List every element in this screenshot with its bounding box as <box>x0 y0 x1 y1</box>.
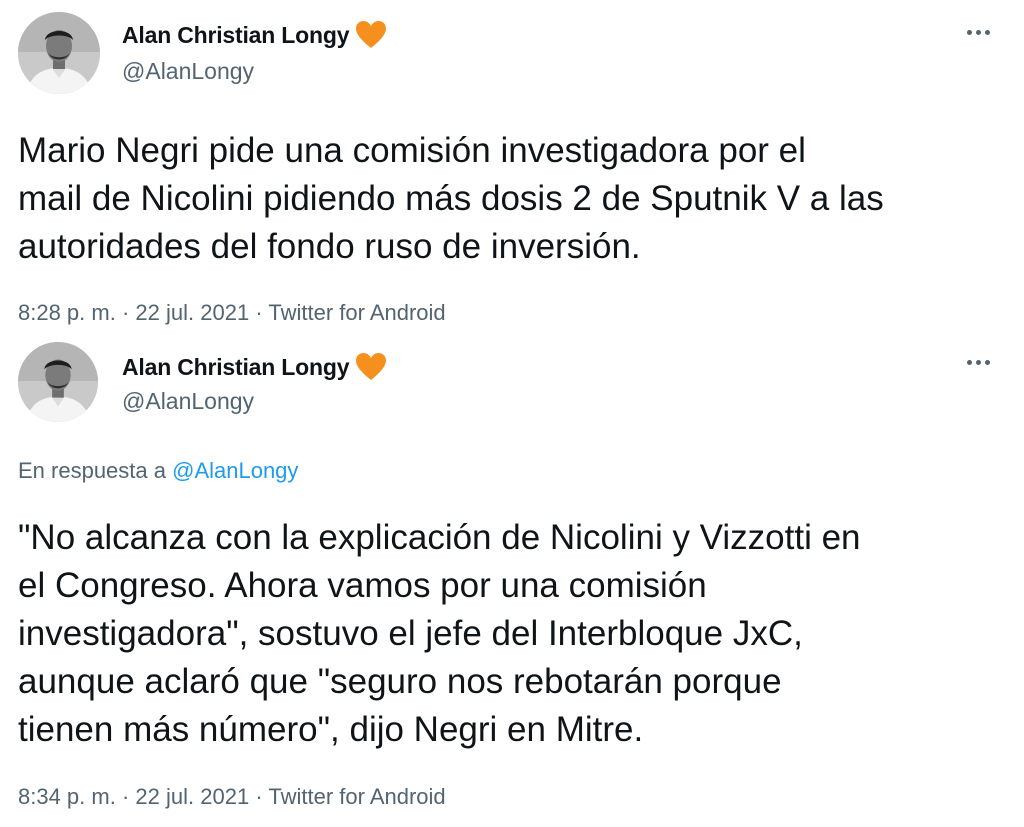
meta-separator: · <box>255 784 269 809</box>
tweet-source: Twitter for Android <box>268 784 446 809</box>
author-name[interactable]: Alan Christian Longy <box>122 22 349 49</box>
meta-separator: · <box>121 300 136 325</box>
more-options-icon[interactable] <box>960 22 996 42</box>
author-handle[interactable]: @AlanLongy <box>122 388 254 415</box>
orange-heart-icon <box>355 352 387 382</box>
tweet-date[interactable]: 22 jul. 2021 <box>135 300 249 325</box>
author-handle[interactable]: @AlanLongy <box>122 58 254 85</box>
meta-separator: · <box>121 784 136 809</box>
tweet-time[interactable]: 8:28 p. m. <box>18 300 116 325</box>
author-name[interactable]: Alan Christian Longy <box>122 354 349 381</box>
reply-context: En respuesta a @AlanLongy <box>18 458 298 484</box>
tweet-date[interactable]: 22 jul. 2021 <box>135 784 249 809</box>
tweet-text: Mario Negri pide una comisión investigad… <box>18 131 884 266</box>
avatar-photo <box>18 342 98 422</box>
meta-separator: · <box>255 300 269 325</box>
tweet-meta: 8:28 p. m. · 22 jul. 2021 · Twitter for … <box>18 300 446 326</box>
avatar-photo <box>18 12 100 94</box>
author-row: Alan Christian Longy <box>122 20 387 50</box>
author-row: Alan Christian Longy <box>122 352 387 382</box>
orange-heart-icon <box>355 20 387 50</box>
reply-prefix: En respuesta a <box>18 458 166 483</box>
tweet: Alan Christian Longy @AlanLongy Mario Ne… <box>0 0 1024 338</box>
tweet-source: Twitter for Android <box>268 300 446 325</box>
reply-to-link[interactable]: @AlanLongy <box>172 458 298 483</box>
tweet-meta: 8:34 p. m. · 22 jul. 2021 · Twitter for … <box>18 784 446 810</box>
avatar[interactable] <box>18 342 98 422</box>
avatar[interactable] <box>18 12 100 94</box>
more-options-icon[interactable] <box>960 352 996 372</box>
tweet-text: "No alcanza con la explicación de Nicoli… <box>18 518 861 749</box>
tweet-time[interactable]: 8:34 p. m. <box>18 784 116 809</box>
tweet: Alan Christian Longy @AlanLongy En respu… <box>0 338 1024 827</box>
